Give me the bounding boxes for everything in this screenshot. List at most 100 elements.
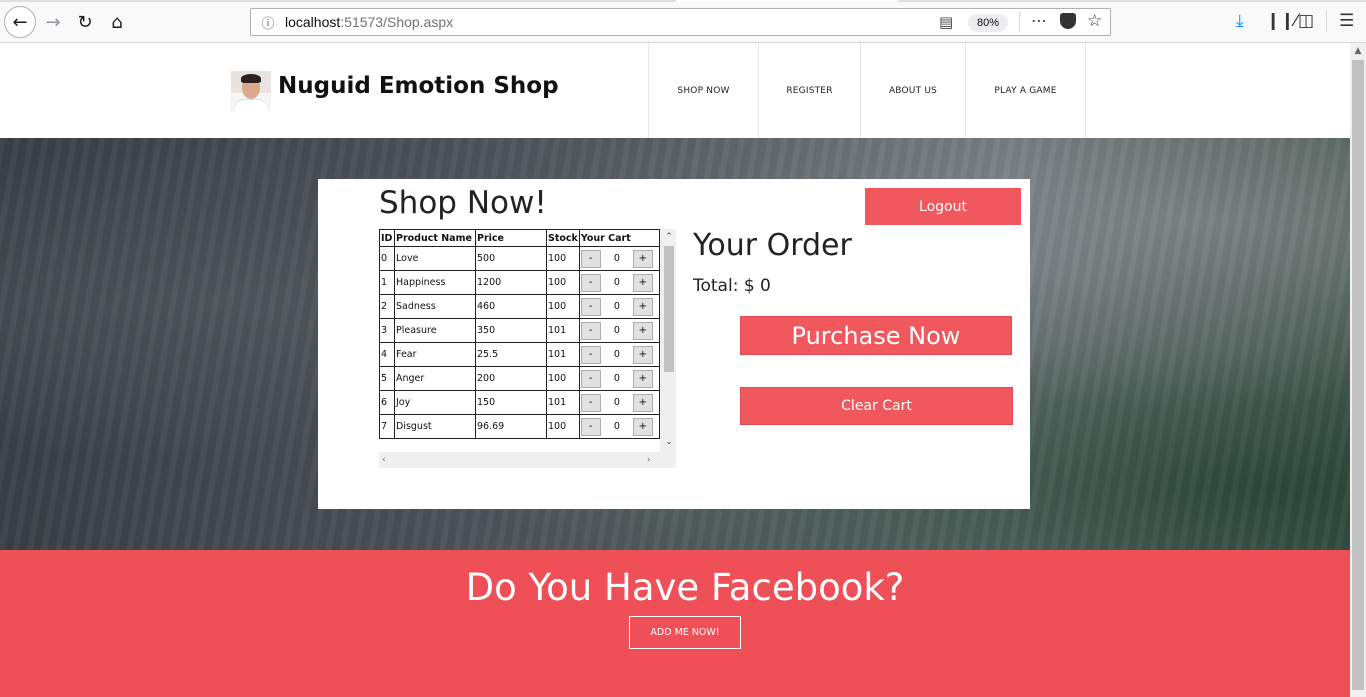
logout-button[interactable]: Logout [865, 188, 1021, 225]
table-row: 6 Joy 150 101 - 0 + [379, 390, 660, 415]
scroll-up-icon[interactable]: ▲ [1350, 43, 1366, 59]
cell-price: 25.5 [475, 342, 547, 367]
table-header-row: ID Product Name Price Stock Your Cart [379, 229, 660, 247]
page-scrollbar[interactable]: ▲ [1350, 43, 1366, 697]
decrement-button[interactable]: - [580, 321, 601, 340]
increment-button[interactable]: + [632, 393, 653, 412]
nav-play-a-game[interactable]: PLAY A GAME [966, 43, 1086, 138]
cell-stock: 101 [546, 342, 580, 367]
decrement-button[interactable]: - [580, 297, 601, 316]
column-header-name: Product Name [394, 229, 476, 247]
brand-title[interactable]: Nuguid Emotion Shop [278, 73, 559, 99]
url-bar[interactable]: ⓘ localhost:51573/Shop.aspx ▤ 80% ⋯ ☆ [250, 8, 1111, 36]
page-viewport: Nuguid Emotion Shop SHOP NOW REGISTER AB… [0, 43, 1350, 697]
increment-button[interactable]: + [632, 297, 653, 316]
url-separator [1019, 12, 1020, 32]
cell-stock: 100 [546, 270, 580, 295]
column-header-cart: Your Cart [578, 229, 660, 247]
scroll-thumb[interactable] [1352, 60, 1364, 690]
column-header-id: ID [379, 229, 395, 247]
table-row: 5 Anger 200 100 - 0 + [379, 366, 660, 391]
nav-shop-now[interactable]: SHOP NOW [649, 43, 759, 138]
library-icon[interactable]: ❙❙⁄ [1266, 11, 1297, 31]
nav-register[interactable]: REGISTER [759, 43, 861, 138]
nav-about-us[interactable]: ABOUT US [861, 43, 966, 138]
order-total: Total: $ 0 [693, 276, 771, 296]
shop-panel: Shop Now! Logout ID Product Name Price S… [318, 179, 1030, 509]
toolbar-separator [1326, 10, 1327, 32]
decrement-button[interactable]: - [580, 417, 601, 436]
cell-id: 2 [379, 294, 395, 319]
cell-cart: - 0 + [578, 318, 660, 343]
decrement-button[interactable]: - [580, 393, 601, 412]
grid-horizontal-scrollbar[interactable]: ‹ › [379, 454, 660, 468]
decrement-button[interactable]: - [580, 369, 601, 388]
cell-id: 1 [379, 270, 395, 295]
order-title: Your Order [693, 228, 852, 263]
cell-cart: - 0 + [578, 366, 660, 391]
zoom-level[interactable]: 80% [968, 14, 1008, 32]
scroll-right-icon[interactable]: › [647, 455, 651, 465]
decrement-button[interactable]: - [580, 273, 601, 292]
cell-name: Joy [394, 390, 476, 415]
download-icon[interactable]: ⤓ [1236, 11, 1244, 31]
quantity-value: 0 [613, 325, 620, 336]
cell-id: 4 [379, 342, 395, 367]
increment-button[interactable]: + [632, 321, 653, 340]
product-table: ID Product Name Price Stock Your Cart 0 … [379, 229, 660, 439]
tab-strip [0, 0, 1366, 2]
increment-button[interactable]: + [632, 417, 653, 436]
increment-button[interactable]: + [632, 369, 653, 388]
forward-icon[interactable]: → [38, 7, 68, 37]
cell-id: 6 [379, 390, 395, 415]
reader-icon[interactable]: ▤ [939, 13, 953, 31]
cell-name: Anger [394, 366, 476, 391]
cell-stock: 100 [546, 414, 580, 439]
scroll-left-icon[interactable]: ‹ [382, 455, 386, 465]
url-text[interactable]: localhost:51573/Shop.aspx [285, 14, 453, 30]
more-icon[interactable]: ⋯ [1031, 11, 1047, 30]
cell-id: 3 [379, 318, 395, 343]
cell-name: Fear [394, 342, 476, 367]
cell-cart: - 0 + [578, 390, 660, 415]
avatar-hair [241, 74, 261, 83]
clear-cart-button[interactable]: Clear Cart [740, 387, 1013, 425]
hero-section: Shop Now! Logout ID Product Name Price S… [0, 138, 1350, 550]
scroll-thumb[interactable] [664, 246, 674, 372]
scroll-up-icon[interactable]: ⌃ [662, 231, 676, 243]
menu-icon[interactable]: ☰ [1339, 11, 1354, 31]
cell-price: 150 [475, 390, 547, 415]
decrement-button[interactable]: - [580, 345, 601, 364]
increment-button[interactable]: + [632, 249, 653, 268]
reload-icon[interactable]: ↻ [70, 7, 100, 37]
quantity-value: 0 [613, 277, 620, 288]
cell-id: 0 [379, 246, 395, 271]
decrement-button[interactable]: - [580, 249, 601, 268]
cell-name: Love [394, 246, 476, 271]
quantity-value: 0 [613, 349, 620, 360]
cell-price: 1200 [475, 270, 547, 295]
increment-button[interactable]: + [632, 273, 653, 292]
table-row: 2 Sadness 460 100 - 0 + [379, 294, 660, 319]
increment-button[interactable]: + [632, 345, 653, 364]
info-icon[interactable]: ⓘ [259, 13, 277, 32]
home-icon[interactable]: ⌂ [102, 7, 132, 37]
column-header-price: Price [475, 229, 547, 247]
product-grid[interactable]: ID Product Name Price Stock Your Cart 0 … [379, 229, 676, 468]
active-tab-indicator [676, 0, 898, 2]
cell-price: 96.69 [475, 414, 547, 439]
grid-vertical-scrollbar[interactable]: ⌃ ⌄ [662, 229, 676, 452]
site-header: Nuguid Emotion Shop SHOP NOW REGISTER AB… [0, 43, 1350, 138]
pocket-icon[interactable] [1060, 13, 1076, 29]
scroll-down-icon[interactable]: ⌄ [662, 436, 676, 448]
add-me-button[interactable]: ADD ME NOW! [629, 616, 741, 649]
facebook-title: Do You Have Facebook? [465, 566, 905, 609]
cell-id: 5 [379, 366, 395, 391]
sidebar-icon[interactable]: ◫ [1298, 11, 1314, 31]
purchase-button[interactable]: Purchase Now [740, 316, 1012, 355]
star-icon[interactable]: ☆ [1087, 11, 1102, 31]
cell-price: 500 [475, 246, 547, 271]
back-icon[interactable]: ← [4, 6, 36, 38]
quantity-value: 0 [613, 373, 620, 384]
avatar-shirt [235, 99, 267, 111]
